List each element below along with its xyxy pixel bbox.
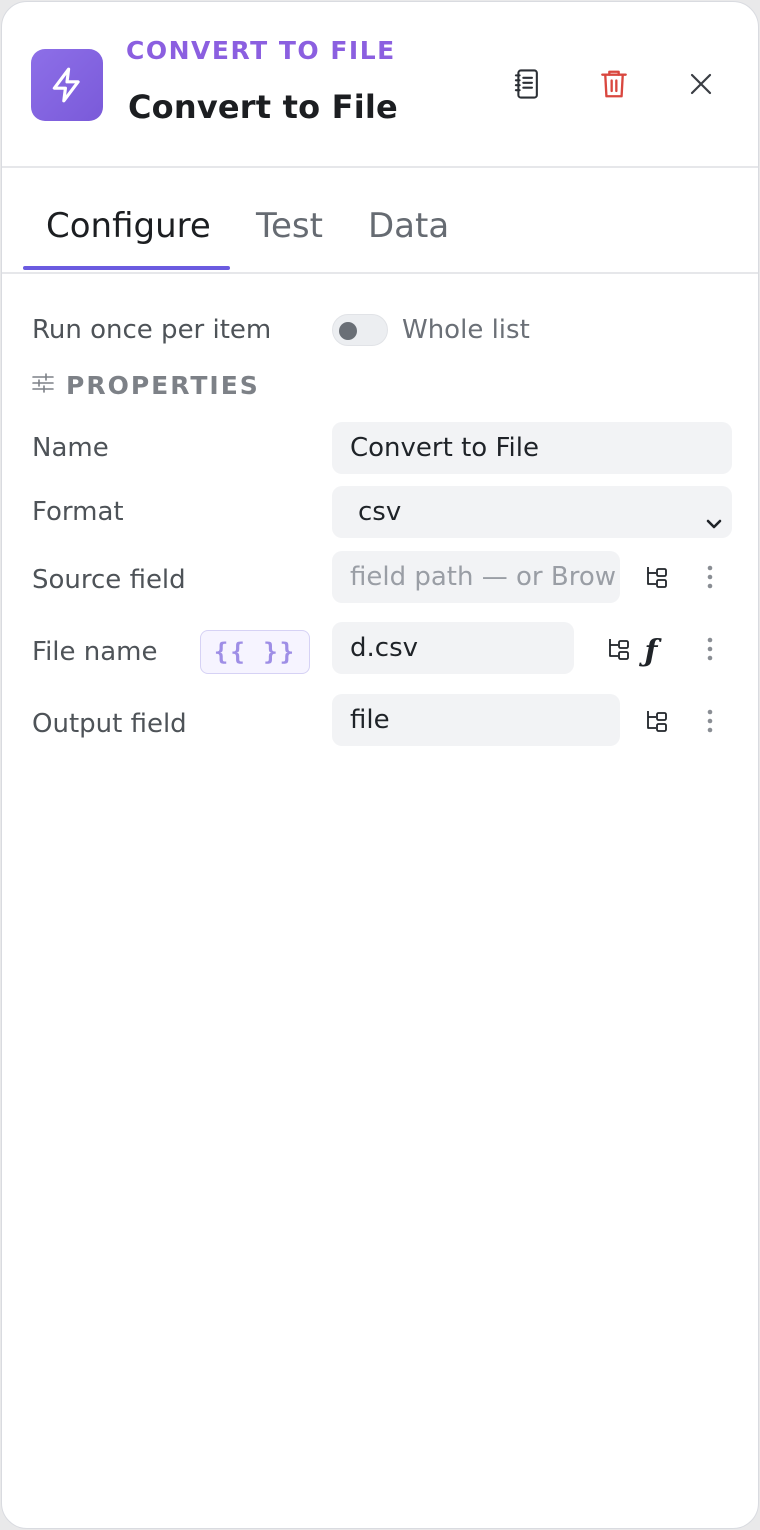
delete-button[interactable] bbox=[592, 64, 636, 108]
file-name-label: File name bbox=[32, 637, 158, 667]
sliders-icon bbox=[32, 373, 54, 397]
output-field-input[interactable]: file bbox=[332, 694, 620, 746]
docs-button[interactable] bbox=[505, 64, 549, 108]
name-field[interactable]: Convert to File bbox=[332, 422, 732, 474]
lightning-icon bbox=[31, 49, 103, 121]
more-vertical-icon bbox=[706, 636, 714, 666]
browse-fields-button[interactable] bbox=[639, 705, 675, 741]
panel-header: CONVERT TO FILE Convert to File bbox=[2, 2, 758, 168]
notebook-icon bbox=[512, 68, 542, 104]
field-tree-icon bbox=[606, 636, 632, 666]
more-vertical-icon bbox=[706, 564, 714, 594]
tab-test[interactable]: Test bbox=[256, 206, 323, 246]
function-icon: ƒ bbox=[644, 633, 658, 669]
chevron-down-icon bbox=[704, 500, 724, 538]
source-field-input[interactable]: field path — or Brow bbox=[332, 551, 620, 603]
format-selected-value: csv bbox=[358, 497, 402, 527]
format-select[interactable]: csv bbox=[332, 486, 732, 538]
tab-configure[interactable]: Configure bbox=[46, 206, 211, 246]
active-tab-indicator bbox=[23, 266, 230, 270]
toggle-knob bbox=[339, 322, 357, 340]
tab-data[interactable]: Data bbox=[368, 206, 449, 246]
field-tree-icon bbox=[644, 564, 670, 594]
tab-bar: Configure Test Data bbox=[2, 170, 758, 274]
whole-list-toggle[interactable] bbox=[332, 314, 388, 346]
node-title: Convert to File bbox=[128, 88, 398, 126]
output-field-more-button[interactable] bbox=[692, 705, 728, 741]
node-config-panel: CONVERT TO FILE Convert to File Configur… bbox=[1, 1, 759, 1529]
field-tree-icon bbox=[644, 708, 670, 738]
expression-badge[interactable]: {{ }} bbox=[200, 630, 310, 674]
name-label: Name bbox=[32, 433, 109, 463]
browse-fields-button[interactable] bbox=[601, 633, 637, 669]
source-field-label: Source field bbox=[32, 565, 186, 595]
source-field-more-button[interactable] bbox=[692, 561, 728, 597]
trash-icon bbox=[600, 68, 628, 104]
close-icon bbox=[689, 72, 713, 100]
section-title: PROPERTIES bbox=[66, 370, 260, 400]
output-field-label: Output field bbox=[32, 709, 187, 739]
browse-fields-button[interactable] bbox=[639, 561, 675, 597]
function-button[interactable]: ƒ bbox=[633, 633, 669, 669]
more-vertical-icon bbox=[706, 708, 714, 738]
close-button[interactable] bbox=[679, 64, 723, 108]
node-type-label: CONVERT TO FILE bbox=[126, 36, 396, 65]
format-label: Format bbox=[32, 497, 124, 527]
file-name-more-button[interactable] bbox=[692, 633, 728, 669]
whole-list-label: Whole list bbox=[402, 315, 530, 345]
properties-section-header: PROPERTIES bbox=[32, 368, 260, 402]
file-name-field[interactable]: d.csv bbox=[332, 622, 574, 674]
run-mode-label: Run once per item bbox=[32, 315, 272, 345]
